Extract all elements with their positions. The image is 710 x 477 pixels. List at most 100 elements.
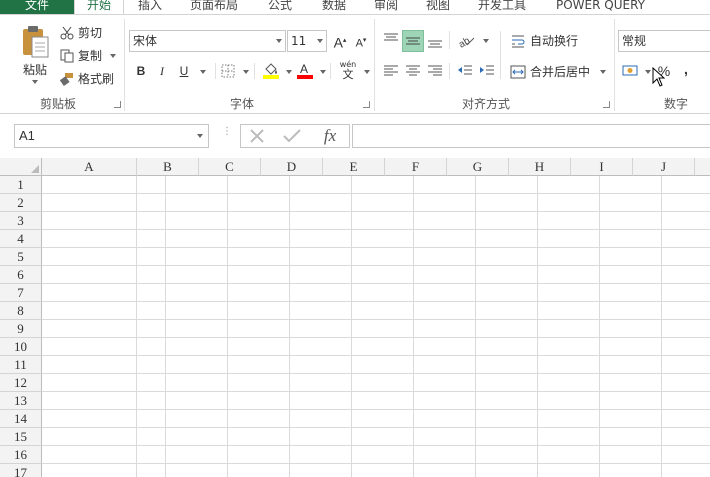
column-header-j[interactable]: J xyxy=(633,158,695,176)
row-header[interactable]: 8 xyxy=(0,302,42,320)
tab-review[interactable]: 审阅 xyxy=(374,0,398,14)
row-header[interactable]: 11 xyxy=(0,356,42,374)
wrap-text-button[interactable]: 自动换行 xyxy=(510,32,578,49)
name-box[interactable]: A1 xyxy=(14,124,209,148)
font-dialog-launcher[interactable] xyxy=(363,101,370,108)
cut-button[interactable]: 剪切 xyxy=(60,24,102,41)
column-a-cells[interactable] xyxy=(42,176,137,477)
cell-area[interactable] xyxy=(42,176,710,477)
font-size-dropdown-arrow[interactable] xyxy=(317,39,323,43)
phonetic-dropdown-arrow[interactable] xyxy=(364,70,370,74)
phonetic-guide-button[interactable]: wén 文 xyxy=(339,60,357,80)
bottom-align-icon[interactable] xyxy=(426,31,444,49)
row-header[interactable]: 12 xyxy=(0,374,42,392)
row-header[interactable]: 4 xyxy=(0,230,42,248)
copy-dropdown-arrow[interactable] xyxy=(110,53,117,58)
row-header[interactable]: 5 xyxy=(0,248,42,266)
row-header[interactable]: 16 xyxy=(0,446,42,464)
paste-icon xyxy=(23,26,49,58)
tab-data[interactable]: 数据 xyxy=(322,0,346,14)
column-header-c[interactable]: C xyxy=(199,158,261,176)
ribbon: 粘贴 剪切 复制 格式刷 剪贴板 宋体 11 A▴ A▾ B I U A wén… xyxy=(0,14,710,114)
row-header[interactable]: 1 xyxy=(0,176,42,194)
font-size-combo[interactable]: 11 xyxy=(287,30,327,52)
group-divider xyxy=(124,19,125,111)
decrease-indent-icon[interactable] xyxy=(456,63,474,79)
insert-function-button[interactable]: fx xyxy=(317,126,343,146)
decrease-font-size-button[interactable]: A▾ xyxy=(352,32,370,50)
merge-center-dropdown-arrow[interactable] xyxy=(600,69,607,74)
tab-file[interactable]: 文件 xyxy=(0,0,74,14)
paste-button[interactable]: 粘贴 xyxy=(18,25,52,84)
copy-button[interactable]: 复制 xyxy=(60,47,117,64)
tab-formulas[interactable]: 公式 xyxy=(268,0,292,14)
column-header-e[interactable]: E xyxy=(323,158,385,176)
bold-button[interactable]: B xyxy=(132,62,150,80)
column-header-f[interactable]: F xyxy=(385,158,447,176)
tab-home[interactable]: 开始 xyxy=(74,0,125,14)
tab-developer[interactable]: 开发工具 xyxy=(478,0,526,14)
accounting-format-icon[interactable] xyxy=(622,63,640,79)
cut-label: 剪切 xyxy=(78,26,103,40)
tab-insert[interactable]: 插入 xyxy=(138,0,162,14)
select-all-button[interactable] xyxy=(0,158,42,176)
tab-power-query[interactable]: POWER QUERY xyxy=(556,0,645,14)
font-name-combo[interactable]: 宋体 xyxy=(129,30,286,52)
column-header-partial[interactable] xyxy=(695,158,710,176)
group-divider xyxy=(614,19,615,111)
divider xyxy=(449,31,450,49)
top-align-icon[interactable] xyxy=(382,31,400,49)
borders-icon[interactable] xyxy=(221,64,235,78)
comma-style-button[interactable]: , xyxy=(677,60,695,78)
align-left-icon[interactable] xyxy=(382,63,400,79)
borders-dropdown-arrow[interactable] xyxy=(243,70,249,74)
name-box-dropdown-arrow[interactable] xyxy=(197,134,203,138)
align-right-icon[interactable] xyxy=(426,63,444,79)
increase-font-size-button[interactable]: A▴ xyxy=(331,32,349,51)
formula-bar-grip-icon[interactable]: ⋮ xyxy=(222,127,232,142)
column-header-h[interactable]: H xyxy=(509,158,571,176)
alignment-dialog-launcher[interactable] xyxy=(603,101,610,108)
italic-button[interactable]: I xyxy=(153,62,171,80)
row-header[interactable]: 15 xyxy=(0,428,42,446)
tab-view[interactable]: 视图 xyxy=(426,0,450,14)
fill-color-dropdown-arrow[interactable] xyxy=(286,70,292,74)
increase-indent-icon[interactable] xyxy=(478,63,496,79)
number-format-combo[interactable]: 常规 xyxy=(618,30,710,52)
font-name-dropdown-arrow[interactable] xyxy=(276,39,282,43)
middle-align-button[interactable] xyxy=(402,30,424,52)
row-header[interactable]: 9 xyxy=(0,320,42,338)
column-header-a[interactable]: A xyxy=(42,158,137,176)
font-color-icon[interactable]: A xyxy=(296,61,314,79)
orientation-dropdown-arrow[interactable] xyxy=(483,39,489,43)
paste-dropdown-arrow[interactable] xyxy=(32,80,38,84)
row-header[interactable]: 17 xyxy=(0,464,42,477)
divider xyxy=(449,63,450,79)
font-color-dropdown-arrow[interactable] xyxy=(320,70,326,74)
column-header-g[interactable]: G xyxy=(447,158,509,176)
align-center-icon[interactable] xyxy=(404,63,422,79)
underline-dropdown-arrow[interactable] xyxy=(200,70,206,74)
row-header[interactable]: 10 xyxy=(0,338,42,356)
tab-page-layout[interactable]: 页面布局 xyxy=(190,0,238,14)
row-header[interactable]: 6 xyxy=(0,266,42,284)
row-header[interactable]: 7 xyxy=(0,284,42,302)
cancel-icon[interactable] xyxy=(249,128,265,144)
row-header[interactable]: 14 xyxy=(0,410,42,428)
clipboard-dialog-launcher[interactable] xyxy=(114,101,121,108)
fill-color-icon[interactable] xyxy=(262,61,280,79)
row-header[interactable]: 2 xyxy=(0,194,42,212)
formula-input[interactable] xyxy=(352,124,710,148)
orientation-icon[interactable]: ab xyxy=(457,31,477,49)
accounting-dropdown-arrow[interactable] xyxy=(645,70,651,74)
merge-center-button[interactable]: 合并后居中 xyxy=(510,63,607,80)
enter-check-icon[interactable] xyxy=(283,128,301,144)
column-header-b[interactable]: B xyxy=(137,158,199,176)
underline-button[interactable]: U xyxy=(175,62,193,80)
format-painter-label: 格式刷 xyxy=(78,72,115,86)
row-header[interactable]: 13 xyxy=(0,392,42,410)
column-header-d[interactable]: D xyxy=(261,158,323,176)
row-header[interactable]: 3 xyxy=(0,212,42,230)
column-header-i[interactable]: I xyxy=(571,158,633,176)
format-painter-button[interactable]: 格式刷 xyxy=(60,70,114,87)
